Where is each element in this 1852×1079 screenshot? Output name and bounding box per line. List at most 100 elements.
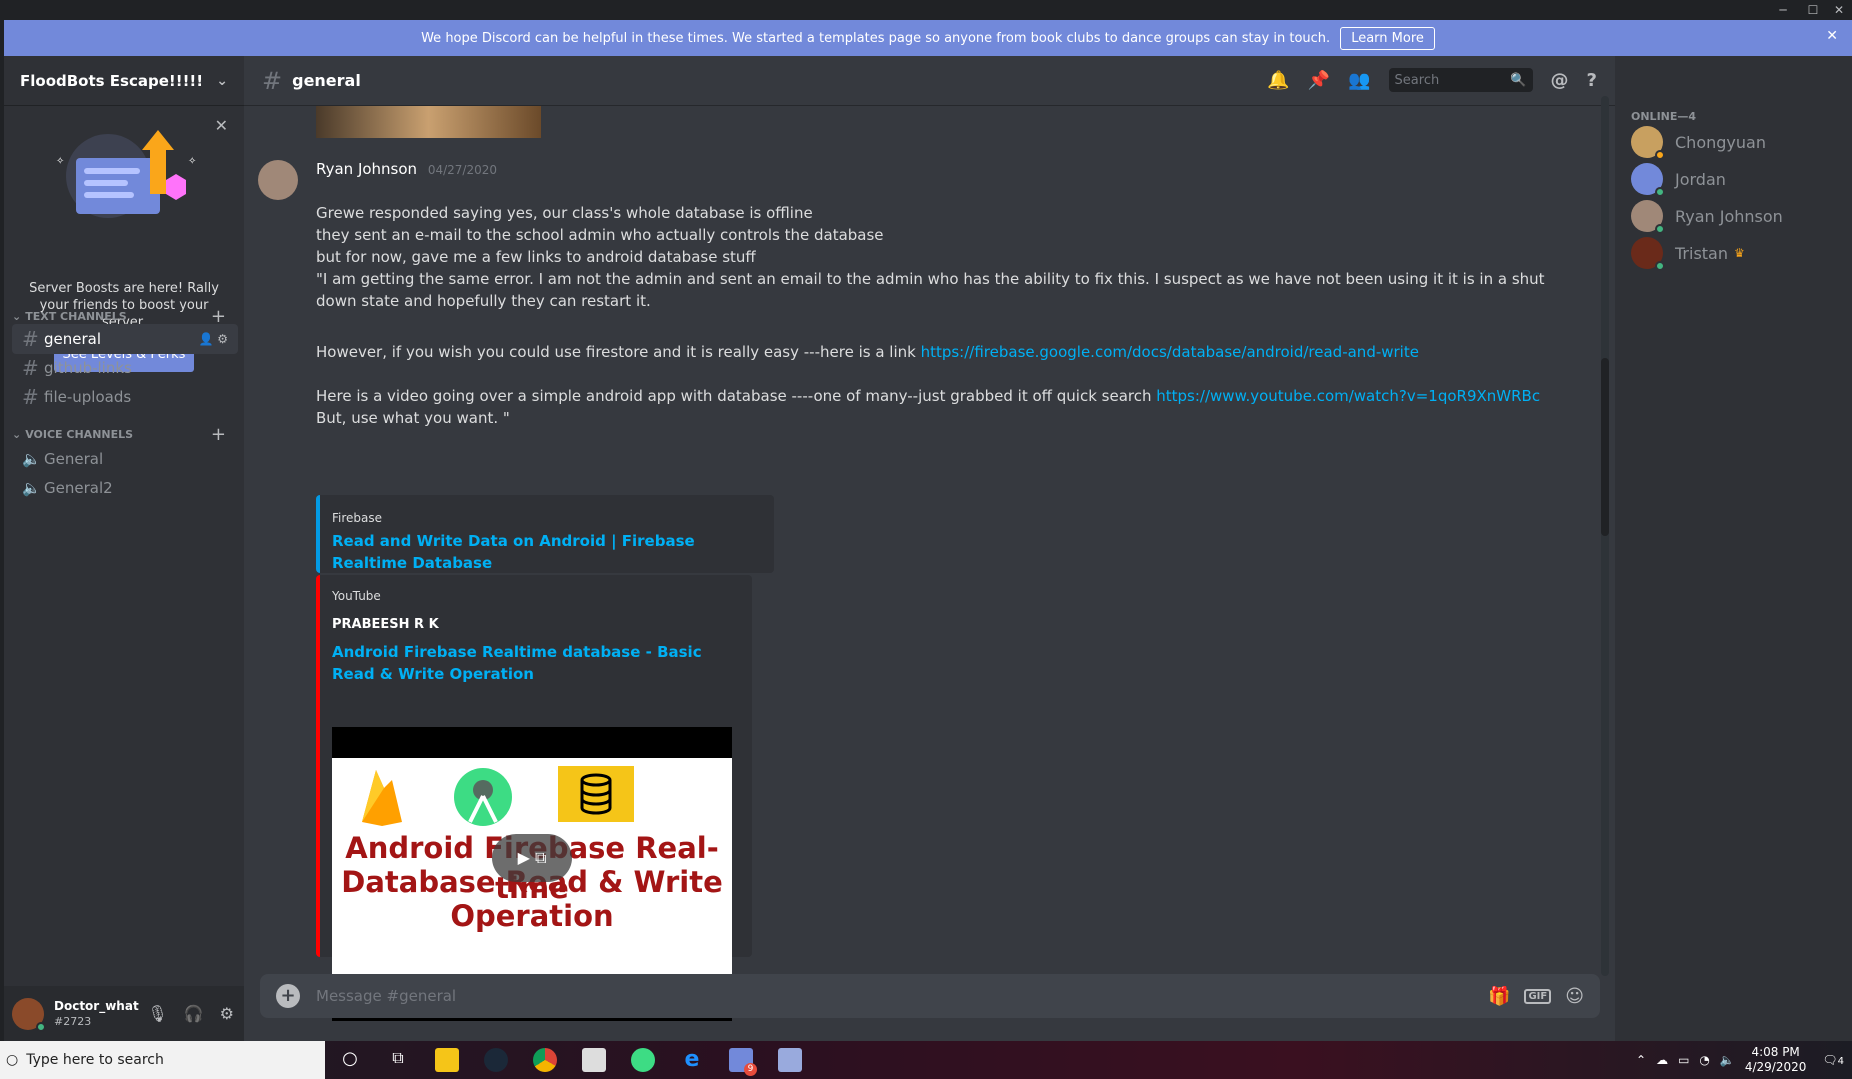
chevron-up-icon[interactable]: ⌃	[1636, 1053, 1646, 1067]
discord-badge: 9	[744, 1063, 757, 1076]
avatar[interactable]	[258, 160, 298, 200]
server-name: FloodBots Escape!!!!!	[20, 71, 204, 90]
learn-more-button[interactable]: Learn More	[1340, 26, 1435, 50]
gear-icon[interactable]: ⚙	[217, 332, 228, 346]
battery-icon[interactable]: ▭	[1678, 1053, 1689, 1067]
channel-header: # general 🔔 📌 👥 Search 🔍 @ ?	[244, 56, 1615, 106]
member-name: Ryan Johnson	[1675, 206, 1783, 226]
message-timestamp: 04/27/2020	[427, 163, 498, 177]
system-tray: ⌃ ☁ ▭ ◔ 🔈 4:08 PM 4/29/2020 🗨4	[1636, 1041, 1852, 1079]
voice-channel-general[interactable]: 🔈 General	[12, 444, 238, 474]
member-item[interactable]: Jordan	[1631, 159, 1831, 199]
android-studio-icon[interactable]	[631, 1048, 655, 1072]
embed-title-link[interactable]: Android Firebase Realtime database - Bas…	[332, 641, 732, 685]
channel-controls: 👤 ⚙	[198, 332, 228, 346]
close-notice-icon[interactable]: ✕	[1826, 28, 1838, 44]
youtube-embed: YouTube PRABEESH R K Android Firebase Re…	[316, 575, 752, 1021]
avatar[interactable]	[12, 997, 46, 1032]
gear-icon[interactable]: ⚙	[220, 1004, 234, 1023]
firebase-logo-icon	[362, 770, 402, 826]
embed-provider: Firebase	[332, 511, 383, 525]
notifications-icon[interactable]: 🗨4	[1822, 1053, 1844, 1067]
chevron-down-icon: ⌄	[216, 72, 228, 89]
notepad-icon[interactable]	[582, 1048, 606, 1072]
clock-date: 4/29/2020	[1744, 1060, 1807, 1074]
voice-channels-label: VOICE CHANNELS	[25, 427, 134, 441]
text-channels-category[interactable]: ⌄ TEXT CHANNELS +	[4, 306, 244, 327]
avatar	[1631, 237, 1665, 271]
pin-icon[interactable]: 📌	[1308, 70, 1330, 91]
gift-icon[interactable]: 🎁	[1488, 986, 1510, 1007]
members-icon[interactable]: 👥	[1348, 70, 1370, 91]
help-icon[interactable]: ?	[1587, 70, 1597, 91]
member-item[interactable]: Tristan ♛	[1631, 233, 1831, 273]
wifi-icon[interactable]: ◔	[1699, 1053, 1709, 1067]
channel-general[interactable]: # general 👤 ⚙	[12, 324, 238, 354]
message-line: but for now, gave me a few links to andr…	[316, 248, 756, 266]
hash-icon: #	[262, 66, 283, 95]
mention-icon[interactable]: @	[1551, 70, 1569, 91]
hash-icon: #	[22, 327, 39, 351]
app-icon[interactable]	[778, 1048, 802, 1072]
channel-github-links[interactable]: # github-links	[12, 353, 238, 383]
firebase-embed: Firebase Read and Write Data on Android …	[316, 495, 774, 573]
android-studio-logo-icon	[454, 768, 512, 826]
gif-button[interactable]: GIF	[1524, 988, 1552, 1004]
edge-icon[interactable]: e	[680, 1048, 704, 1072]
avatar	[1631, 163, 1665, 197]
channel-file-uploads[interactable]: # file-uploads	[12, 382, 238, 412]
message-line-video: Here is a video going over a simple andr…	[316, 385, 1566, 407]
scrollbar-thumb[interactable]	[1601, 358, 1609, 536]
invite-icon[interactable]: 👤	[198, 332, 213, 346]
notice-banner: We hope Discord can be helpful in these …	[4, 20, 1852, 56]
embed-author[interactable]: PRABEESH R K	[332, 617, 439, 632]
discord-app: ─ ☐ ✕ We hope Discord can be helpful in …	[0, 0, 1852, 1079]
clock-time: 4:08 PM	[1751, 1045, 1800, 1059]
voice-channels-category[interactable]: ⌄ VOICE CHANNELS +	[4, 424, 244, 445]
cortana-icon[interactable]: ○	[338, 1048, 362, 1072]
steam-icon[interactable]	[484, 1048, 508, 1072]
minimize-icon[interactable]: ─	[1768, 0, 1798, 20]
member-item[interactable]: Chongyuan	[1631, 122, 1831, 162]
message-author[interactable]: Ryan Johnson	[316, 160, 417, 178]
channel-name: file-uploads	[44, 388, 132, 406]
username: Doctor_what	[54, 998, 139, 1013]
task-view-icon[interactable]: ⧉	[386, 1048, 410, 1072]
add-voice-channel-icon[interactable]: +	[211, 424, 226, 445]
embed-title-link[interactable]: Read and Write Data on Android | Firebas…	[332, 530, 774, 574]
headphones-icon[interactable]: 🎧	[184, 1004, 204, 1023]
chevron-down-icon: ⌄	[12, 309, 22, 323]
play-button[interactable]: ▶ ⧉	[492, 834, 572, 882]
user-info: Doctor_what #2723	[54, 999, 139, 1029]
clock[interactable]: 4:08 PM 4/29/2020	[1745, 1045, 1807, 1075]
svg-text:✧: ✧	[56, 156, 64, 167]
add-attachment-button[interactable]: +	[276, 984, 300, 1008]
embed-provider: YouTube	[332, 589, 381, 603]
voice-channel-general2[interactable]: 🔈 General2	[12, 473, 238, 503]
channel-title: general	[292, 71, 361, 90]
bell-icon[interactable]: 🔔	[1267, 70, 1289, 91]
server-header[interactable]: FloodBots Escape!!!!! ⌄	[4, 56, 244, 106]
file-explorer-icon[interactable]	[435, 1048, 459, 1072]
scrollbar[interactable]	[1601, 96, 1609, 976]
emoji-icon[interactable]: ☺	[1565, 986, 1584, 1007]
close-window-icon[interactable]: ✕	[1824, 0, 1852, 20]
microphone-icon[interactable]: 🎙	[147, 1004, 167, 1023]
search-icon: 🔍	[1510, 72, 1527, 88]
discord-taskbar-icon[interactable]: 9	[729, 1048, 757, 1076]
volume-icon[interactable]: 🔈	[1720, 1053, 1735, 1067]
firestore-link[interactable]: https://firebase.google.com/docs/databas…	[921, 343, 1419, 361]
close-boost-icon[interactable]: ✕	[215, 116, 228, 135]
message-input[interactable]	[316, 987, 1489, 1005]
taskbar-search-input[interactable]: ○ Type here to search	[0, 1041, 325, 1079]
avatar	[1631, 200, 1665, 234]
onedrive-icon[interactable]: ☁	[1656, 1053, 1668, 1067]
chrome-icon[interactable]	[533, 1048, 557, 1072]
previous-image-attachment[interactable]	[316, 106, 541, 138]
video-link[interactable]: https://www.youtube.com/watch?v=1qoR9XnW…	[1156, 387, 1540, 405]
message-line: they sent an e-mail to the school admin …	[316, 226, 884, 244]
member-list: ONLINE—4 Chongyuan Jordan Ryan Johnson T…	[1615, 56, 1852, 1041]
search-input[interactable]: Search 🔍	[1388, 68, 1533, 92]
member-item[interactable]: Ryan Johnson	[1631, 196, 1831, 236]
message-header: Ryan Johnson 04/27/2020	[316, 160, 497, 178]
